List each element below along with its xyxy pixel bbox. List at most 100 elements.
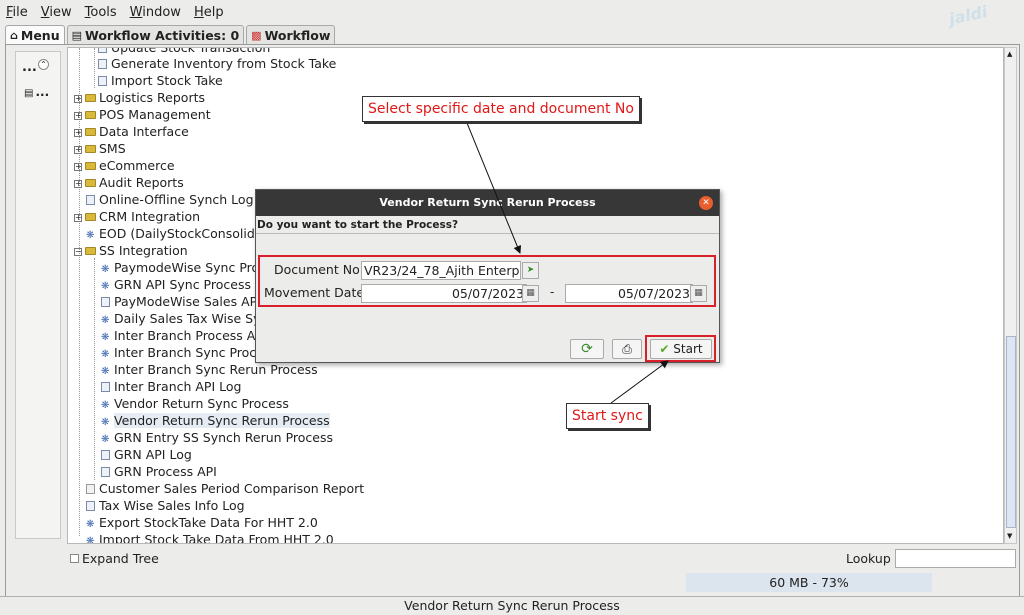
- tree-item-label: CRM Integration: [99, 209, 201, 224]
- callout-start-sync: Start sync: [566, 403, 649, 429]
- tree-item-label: Inter Branch Process AP: [114, 328, 263, 343]
- folder-icon: [85, 213, 96, 221]
- tree-folder-logistics-reports[interactable]: + Logistics Reports: [74, 89, 205, 106]
- jaldi-logo: jaldi: [947, 2, 990, 29]
- scrollbar-thumb[interactable]: [1006, 336, 1016, 528]
- tree-item-label: PayModeWise Sales API: [114, 294, 261, 309]
- callout-select-date-doc: Select specific date and document No: [362, 96, 640, 122]
- document-icon: ▤: [24, 88, 34, 99]
- tree-item-import-stock-take[interactable]: Import Stock Take: [98, 72, 223, 89]
- tree-item-grn-api-log[interactable]: GRN API Log: [101, 446, 192, 463]
- menu-tools[interactable]: Tools: [85, 5, 117, 20]
- tree-item-inter-branch-sync[interactable]: ❋ Inter Branch Sync Proce: [101, 344, 264, 361]
- tree-item-label: PaymodeWise Sync Proc: [114, 260, 267, 275]
- tree-folder-pos-management[interactable]: + POS Management: [74, 106, 211, 123]
- tree-item-eod[interactable]: ❋ EOD (DailyStockConsolida: [86, 225, 262, 242]
- tab-workflow[interactable]: ▩ Workflow: [246, 25, 336, 45]
- tree-item-export-stocktake-hht[interactable]: ❋ Export StockTake Data For HHT 2.0: [86, 514, 318, 531]
- left-panel-item-label: ...: [35, 85, 50, 99]
- tree-item-inter-branch-api-log[interactable]: Inter Branch API Log: [101, 378, 241, 395]
- tree-item-label: Inter Branch Sync Proce: [114, 345, 264, 360]
- scroll-up-icon[interactable]: ▲: [1007, 50, 1012, 58]
- scroll-down-icon[interactable]: ▼: [1007, 532, 1012, 540]
- expand-toggle-icon[interactable]: +: [74, 180, 82, 188]
- tree-folder-crm-integration[interactable]: + CRM Integration: [74, 208, 200, 225]
- expand-toggle-icon[interactable]: +: [74, 95, 82, 103]
- tree-item-label: Vendor Return Sync Process: [114, 396, 289, 411]
- tree-item-label: Export StockTake Data For HHT 2.0: [99, 515, 318, 530]
- tree-item-label: Inter Branch Sync Rerun Process: [114, 362, 318, 377]
- folder-icon: [85, 111, 96, 119]
- expand-toggle-icon[interactable]: +: [74, 129, 82, 137]
- tree-item-label: Tax Wise Sales Info Log: [99, 498, 245, 513]
- tree-folder-ss-integration[interactable]: − SS Integration: [74, 242, 188, 259]
- tree-folder-ecommerce[interactable]: + eCommerce: [74, 157, 175, 174]
- workflow-icon: ▩: [251, 29, 262, 42]
- tree-item-import-stocktake-hht[interactable]: ❋ Import Stock Take Data From HHT 2.0: [86, 531, 334, 544]
- menu-window[interactable]: Window: [130, 5, 181, 20]
- menu-view[interactable]: View: [41, 5, 72, 20]
- tree-item-inter-branch-process-api[interactable]: ❋ Inter Branch Process AP: [101, 327, 263, 344]
- page-icon: [101, 450, 110, 460]
- expand-toggle-icon[interactable]: +: [74, 146, 82, 154]
- folder-icon: [85, 94, 96, 102]
- tree-item-online-offline-synch-log[interactable]: Online-Offline Synch Log: [86, 191, 254, 208]
- tree-folder-sms[interactable]: + SMS: [74, 140, 126, 157]
- expand-toggle-icon[interactable]: +: [74, 112, 82, 120]
- collapse-toggle-icon[interactable]: −: [74, 248, 82, 256]
- tree-scrollbar[interactable]: ▲ ▼: [1004, 47, 1017, 544]
- tree-item-label: GRN Entry SS Synch Rerun Process: [114, 430, 333, 445]
- left-panel-item[interactable]: ▤...: [24, 85, 49, 99]
- tree-item-label: Daily Sales Tax Wise Sy: [114, 311, 261, 326]
- expand-tree-label: Expand Tree: [82, 551, 159, 566]
- tab-bar: ⌂ Menu ▤ Workflow Activities: 0 ▩ Workfl…: [5, 25, 337, 45]
- tree-item-generate-inventory[interactable]: Generate Inventory from Stock Take: [98, 55, 336, 72]
- tree-item-daily-sales-tax[interactable]: ❋ Daily Sales Tax Wise Sy: [101, 310, 261, 327]
- dialog-title: Vendor Return Sync Rerun Process: [256, 190, 719, 216]
- highlight-fields-box: [258, 255, 716, 307]
- tree-item-vendor-return-sync-rerun[interactable]: ❋ Vendor Return Sync Rerun Process: [101, 412, 330, 429]
- tree-folder-audit-reports[interactable]: + Audit Reports: [74, 174, 184, 191]
- memory-indicator[interactable]: 60 MB - 73%: [686, 573, 932, 592]
- collapse-up-icon[interactable]: ⌃: [38, 59, 49, 70]
- refresh-button[interactable]: ⟳: [570, 339, 604, 359]
- tree-item-label: Data Interface: [99, 124, 189, 139]
- tree-item-label: Vendor Return Sync Rerun Process: [114, 413, 330, 428]
- tree-item-paymodewise-sales-api[interactable]: PayModeWise Sales API: [101, 293, 261, 310]
- folder-icon: [85, 145, 96, 153]
- tree-item-inter-branch-sync-rerun[interactable]: ❋ Inter Branch Sync Rerun Process: [101, 361, 318, 378]
- home-icon: ⌂: [10, 29, 18, 42]
- tree-item-vendor-return-sync[interactable]: ❋ Vendor Return Sync Process: [101, 395, 289, 412]
- tree-item-label: Import Stock Take Data From HHT 2.0: [99, 532, 334, 544]
- lookup-input[interactable]: [895, 549, 1016, 568]
- menu-help[interactable]: Help: [194, 5, 224, 20]
- tree-item-paymodewise-sync[interactable]: ❋ PaymodeWise Sync Proc: [101, 259, 266, 276]
- menu-file[interactable]: File: [6, 5, 28, 20]
- tab-workflow-activities[interactable]: ▤ Workflow Activities: 0: [66, 25, 245, 45]
- tree-item-grn-process-api[interactable]: GRN Process API: [101, 463, 217, 480]
- tree-item-grn-entry-ss-synch-rerun[interactable]: ❋ GRN Entry SS Synch Rerun Process: [101, 429, 333, 446]
- tree-item-label: Online-Offline Synch Log: [99, 192, 254, 207]
- tree-item-label: Import Stock Take: [111, 73, 223, 88]
- checkbox-icon[interactable]: [70, 554, 79, 563]
- tree-item-grn-api-sync[interactable]: ❋ GRN API Sync Process: [101, 276, 251, 293]
- folder-icon: [85, 162, 96, 170]
- left-panel-menu[interactable]: ...: [22, 60, 37, 75]
- expand-toggle-icon[interactable]: +: [74, 214, 82, 222]
- expand-toggle-icon[interactable]: +: [74, 163, 82, 171]
- page-icon: [98, 76, 107, 86]
- tab-menu[interactable]: ⌂ Menu: [5, 25, 65, 45]
- page-icon: [98, 48, 107, 53]
- tree-item-tax-wise-sales-info-log[interactable]: Tax Wise Sales Info Log: [86, 497, 245, 514]
- tree-footer: Expand Tree Lookup: [68, 549, 1018, 569]
- close-icon[interactable]: ✕: [699, 196, 713, 210]
- expand-tree-checkbox[interactable]: Expand Tree: [70, 551, 159, 566]
- print-button[interactable]: ⎙: [612, 339, 642, 359]
- highlight-start-box: [645, 335, 716, 362]
- tree-item-label: GRN API Sync Process: [114, 277, 251, 292]
- tree-item-customer-sales-period[interactable]: Customer Sales Period Comparison Report: [86, 480, 364, 497]
- tree-folder-data-interface[interactable]: + Data Interface: [74, 123, 189, 140]
- divider: [256, 233, 719, 234]
- list-icon: ▤: [71, 29, 82, 42]
- tree-item-label: GRN API Log: [114, 447, 192, 462]
